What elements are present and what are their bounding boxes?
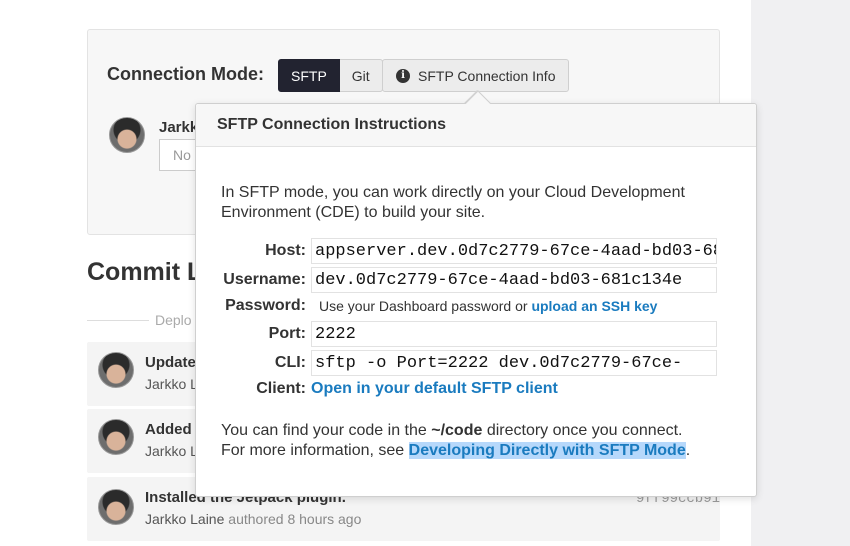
commit-log-heading: Commit L — [87, 258, 203, 286]
username-label: Username: — [223, 271, 306, 288]
commit-title: Update — [145, 354, 196, 371]
commit-title: Added — [145, 421, 192, 438]
commit-meta: Jarkko Laine authored 8 hours ago — [145, 511, 361, 527]
deploy-divider-line — [87, 320, 149, 321]
sftp-mode-docs-link[interactable]: Developing Directly with SFTP Mode — [408, 442, 686, 459]
footer-text: You can find your code in the — [221, 422, 427, 439]
cli-field[interactable]: sftp -o Port=2222 dev.0d7c2779-67ce- — [311, 350, 717, 376]
sftp-instructions-popover: SFTP Connection Instructions In SFTP mod… — [195, 90, 757, 497]
port-label: Port: — [268, 325, 306, 342]
footer-text: directory once you connect. — [486, 422, 683, 439]
client-row: Client: Open in your default SFTP client — [221, 379, 558, 399]
footer-line-2: For more information, see Developing Dir… — [221, 441, 741, 461]
avatar — [109, 117, 145, 153]
popover-footer: You can find your code in the ~/code dir… — [221, 421, 741, 461]
host-field[interactable]: appserver.dev.0d7c2779-67ce-4aad-bd03-68… — [311, 238, 717, 264]
sftp-connection-info-button[interactable]: i SFTP Connection Info — [382, 59, 570, 92]
connection-mode-toggle: SFTP Git — [278, 59, 383, 92]
deploy-divider-label: Deplo — [155, 312, 192, 328]
footer-period: . — [685, 442, 691, 459]
info-icon: i — [396, 68, 410, 83]
footer-text: For more information, see — [221, 442, 405, 459]
username-row: Username: dev.0d7c2779-67ce-4aad-bd03-68… — [221, 267, 717, 293]
commit-author: Jarkko Laine — [145, 511, 225, 527]
username-field[interactable]: dev.0d7c2779-67ce-4aad-bd03-681c134e — [311, 267, 717, 293]
upload-ssh-key-link[interactable]: upload an SSH key — [531, 298, 657, 314]
host-row: Host: appserver.dev.0d7c2779-67ce-4aad-b… — [221, 238, 717, 264]
git-mode-button[interactable]: Git — [339, 59, 383, 92]
right-gutter — [751, 0, 850, 546]
password-hint-text: Use your Dashboard password or — [319, 298, 528, 314]
popover-body: In SFTP mode, you can work directly on y… — [221, 183, 741, 459]
port-field[interactable]: 2222 — [311, 321, 717, 347]
avatar — [98, 489, 134, 525]
avatar — [98, 352, 134, 388]
cli-label: CLI: — [274, 354, 306, 371]
cli-row: CLI: sftp -o Port=2222 dev.0d7c2779-67ce… — [221, 350, 717, 376]
sftp-mode-button[interactable]: SFTP — [278, 59, 340, 92]
commit-message-input[interactable]: No — [159, 139, 199, 171]
password-label: Password: — [225, 297, 306, 314]
password-hint: Use your Dashboard password or upload an… — [311, 296, 657, 316]
open-sftp-client-link[interactable]: Open in your default SFTP client — [311, 379, 558, 399]
popover-intro: In SFTP mode, you can work directly on y… — [221, 184, 685, 221]
client-label: Client: — [256, 380, 306, 397]
password-row: Password: Use your Dashboard password or… — [221, 296, 657, 316]
sftp-connection-info-label: SFTP Connection Info — [418, 67, 556, 84]
footer-line-1: You can find your code in the ~/code dir… — [221, 421, 741, 441]
avatar — [98, 419, 134, 455]
port-row: Port: 2222 — [221, 321, 717, 347]
commit-time: authored 8 hours ago — [228, 511, 362, 527]
code-directory: ~/code — [431, 422, 483, 439]
host-label: Host: — [265, 242, 306, 259]
connection-mode-label: Connection Mode: — [107, 64, 264, 84]
